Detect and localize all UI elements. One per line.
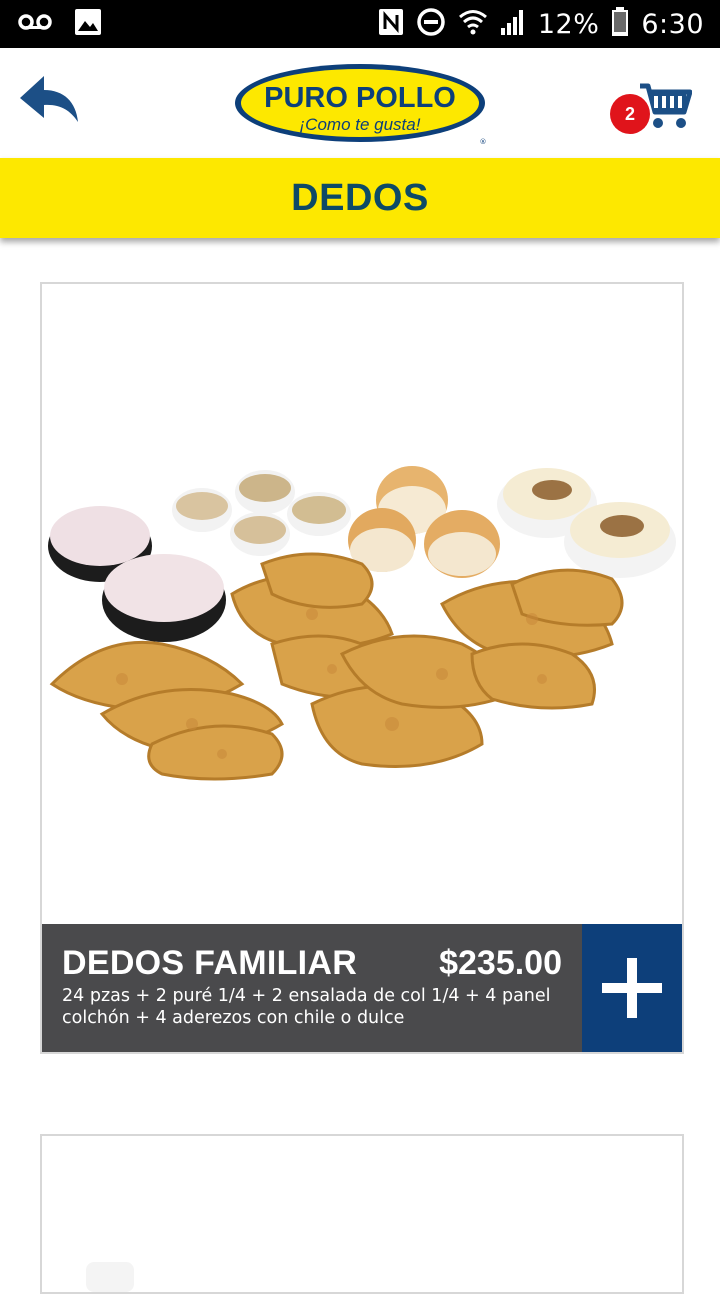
product-info-bar: DEDOS FAMILIAR $235.00 24 pzas + 2 puré …: [42, 924, 682, 1052]
logo-tagline-text: ¡Como te gusta!: [300, 115, 421, 134]
back-button[interactable]: [18, 72, 82, 126]
image-icon: [74, 8, 102, 41]
page-title: DEDOS: [291, 176, 429, 219]
product-image: [42, 1136, 682, 1292]
logo-brand-text: PURO POLLO: [264, 82, 456, 114]
status-bar-notifications: [18, 8, 102, 40]
wifi-icon: [458, 8, 488, 41]
add-to-cart-button[interactable]: [582, 924, 682, 1052]
product-card[interactable]: DEDOS FAMILIAR $235.00 24 pzas + 2 puré …: [40, 282, 684, 1054]
product-list: DEDOS FAMILIAR $235.00 24 pzas + 2 puré …: [0, 238, 720, 1294]
cart-count-badge: 2: [610, 94, 650, 134]
status-bar: 12% 6:30: [0, 0, 720, 48]
category-title-bar: DEDOS: [0, 158, 720, 238]
cart-button[interactable]: 2: [610, 80, 692, 136]
nfc-icon: [378, 8, 404, 41]
product-image: [42, 284, 682, 924]
plus-icon: [602, 958, 662, 1018]
do-not-disturb-icon: [416, 7, 446, 42]
product-name: DEDOS FAMILIAR: [62, 944, 358, 982]
svg-text:®: ®: [480, 138, 487, 146]
battery-percent: 12%: [537, 8, 600, 40]
back-arrow-icon: [20, 76, 78, 122]
voicemail-icon: [18, 12, 52, 37]
product-description: 24 pzas + 2 puré 1/4 + 2 ensalada de col…: [62, 986, 551, 1028]
product-card[interactable]: [40, 1134, 684, 1294]
signal-icon: [500, 8, 526, 41]
puro-pollo-logo: PURO POLLO ¡Como te gusta! ®: [233, 62, 489, 146]
app-header: PURO POLLO ¡Como te gusta! ® 2: [0, 48, 720, 158]
clock: 6:30: [641, 8, 704, 40]
product-price: $235.00: [439, 944, 562, 982]
status-bar-system: 12% 6:30: [378, 0, 704, 48]
battery-icon: [611, 6, 629, 42]
